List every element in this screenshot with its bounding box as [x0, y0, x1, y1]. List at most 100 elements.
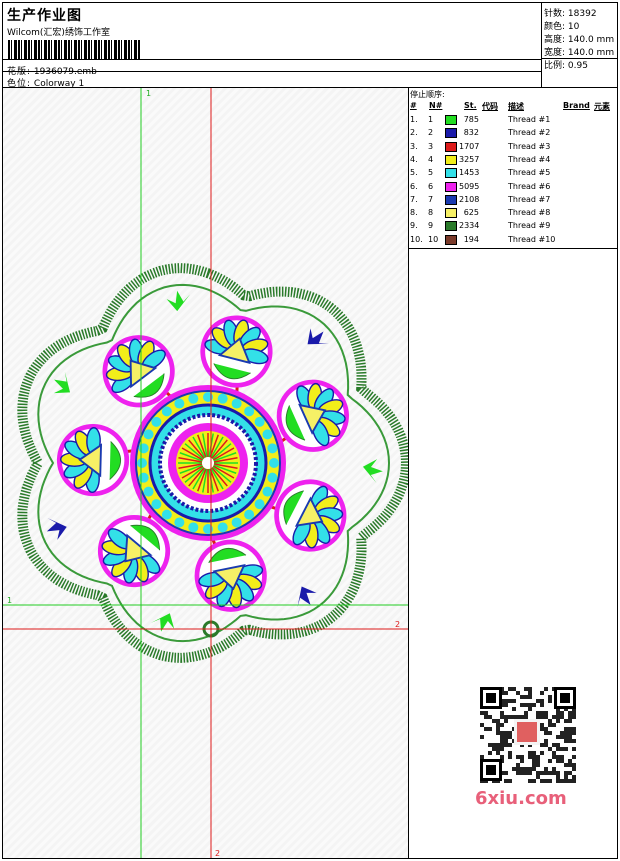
thread-row: 4. 4 3257 Thread #4: [409, 154, 617, 168]
qr-module: [500, 731, 504, 735]
thread-row: 7. 7 2108 Thread #7: [409, 194, 617, 208]
qr-module: [488, 751, 492, 755]
qr-module: [504, 719, 508, 723]
qr-module: [568, 735, 572, 739]
leaf-spike: [166, 290, 191, 312]
col-header-brand: Brand: [563, 101, 590, 110]
qr-module: [544, 779, 548, 783]
qr-module: [548, 719, 552, 723]
qr-module: [532, 779, 536, 783]
thread-row: 2. 2 832 Thread #2: [409, 128, 617, 141]
qr-module: [544, 767, 548, 771]
qr-module: [552, 755, 556, 759]
qr-module: [564, 727, 568, 731]
color-swatch: [445, 194, 457, 205]
company-name: Wilcom(汇宏)绣饰工作室: [7, 28, 110, 38]
qr-module: [504, 735, 508, 739]
petal-flower: [200, 315, 273, 388]
embroidery-motif: [17, 263, 408, 663]
panel-divider: [409, 248, 617, 249]
qr-module: [544, 739, 548, 743]
row-index: 3.: [410, 141, 418, 151]
col-header-index: #: [410, 101, 417, 110]
qr-module: [512, 699, 516, 703]
qr-module: [492, 743, 496, 747]
bead: [231, 517, 242, 528]
qr-module: [528, 703, 532, 707]
stats-box: 针数: 18392 颜色: 10 高度: 140.0 mm 宽度: 140.0 …: [541, 3, 618, 87]
row-number: 8: [428, 208, 434, 218]
qr-module: [552, 723, 556, 727]
row-number: 6: [428, 181, 434, 191]
color-swatch: [445, 221, 457, 232]
qr-module: [564, 719, 568, 723]
qr-finder: [486, 693, 496, 703]
bead: [151, 416, 162, 427]
qr-module: [512, 707, 516, 711]
qr-module: [572, 779, 576, 783]
qr-module: [540, 751, 544, 755]
qr-module: [572, 739, 576, 743]
qr-module: [572, 711, 576, 715]
qr-module: [532, 759, 536, 763]
qr-module: [568, 779, 572, 783]
qr-module: [548, 747, 552, 751]
qr-module: [508, 715, 512, 719]
qr-module: [484, 727, 488, 731]
qr-module: [564, 747, 568, 751]
color-swatch: [445, 154, 457, 165]
row-index: 1.: [410, 115, 418, 124]
embroidery-design-area: 1 2 1 2: [3, 88, 408, 858]
stat-value: 0.95: [567, 61, 588, 71]
qr-module: [504, 699, 508, 703]
qr-module: [540, 715, 544, 719]
qr-module: [536, 699, 540, 703]
qr-module: [556, 715, 560, 719]
qr-module: [560, 731, 564, 735]
bead: [269, 458, 279, 468]
thread-row: 8. 8 625 Thread #8: [409, 208, 617, 221]
qr-module: [564, 763, 568, 767]
qr-module: [544, 687, 548, 691]
qr-module: [496, 743, 500, 747]
qr-module: [556, 743, 560, 747]
color-swatch: [445, 141, 457, 152]
qr-module: [528, 751, 532, 755]
qr-module: [524, 695, 528, 699]
qr-module: [524, 715, 528, 719]
bead: [174, 517, 185, 528]
bead: [161, 509, 172, 520]
qr-module: [556, 747, 560, 751]
qr-module: [484, 711, 488, 715]
qr-module: [504, 731, 508, 735]
color-swatch: [445, 234, 457, 245]
thread-row: 5. 5 1453 Thread #5: [409, 168, 617, 181]
qr-module: [484, 715, 488, 719]
qr-module: [500, 715, 504, 719]
qr-module: [516, 755, 520, 759]
qr-module: [544, 731, 548, 735]
row-index: 8.: [410, 208, 418, 218]
qr-module: [508, 735, 512, 739]
thread-row: 10. 10 194 Thread #10: [409, 234, 617, 248]
qr-module: [528, 779, 532, 783]
color-swatch: [445, 128, 457, 139]
row-description: Thread #7: [508, 194, 551, 204]
production-sheet: 生产作业图 Wilcom(汇宏)绣饰工作室 花版: 1936079.emb 色位…: [0, 0, 620, 861]
qr-module: [568, 763, 572, 767]
guide-label: 1: [7, 596, 12, 605]
qr-module: [544, 727, 548, 731]
qr-code-icon: [480, 687, 576, 783]
qr-logo-stamp: [517, 722, 537, 742]
qr-module: [504, 739, 508, 743]
qr-code: [472, 681, 584, 786]
qr-module: [500, 743, 504, 747]
qr-module: [500, 735, 504, 739]
row-index: 5.: [410, 168, 418, 178]
qr-module: [552, 751, 556, 755]
qr-module: [496, 731, 500, 735]
row-number: 10: [428, 234, 439, 244]
qr-module: [480, 735, 484, 739]
qr-module: [488, 727, 492, 731]
qr-module: [492, 719, 496, 723]
